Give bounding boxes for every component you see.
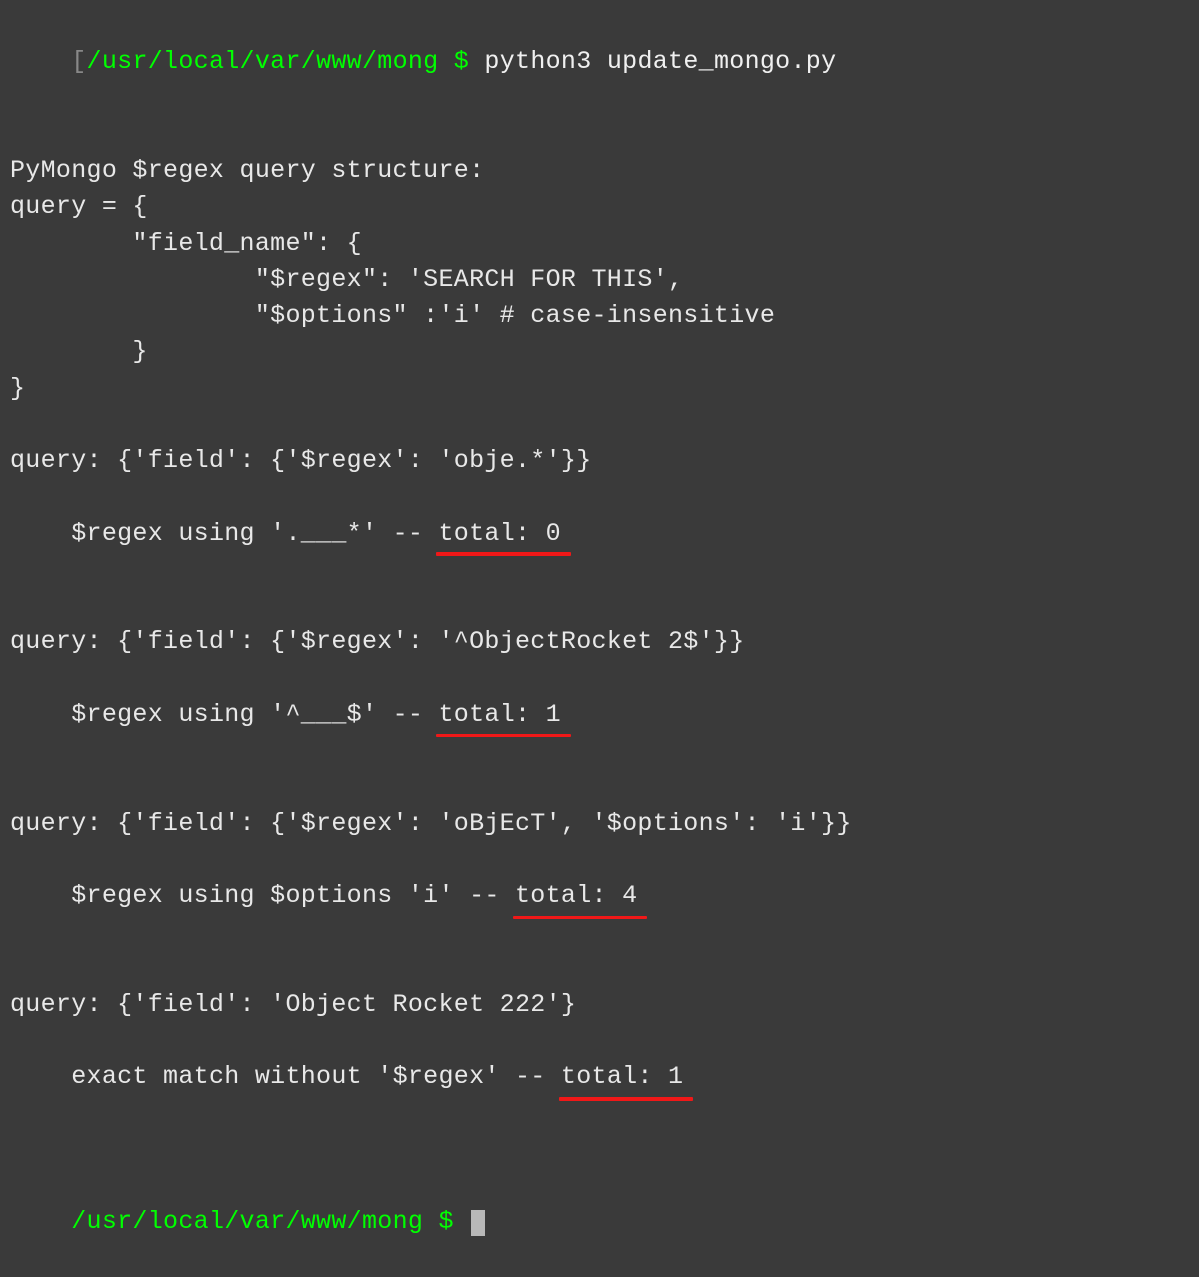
- total-result-2: total: 1: [438, 697, 560, 733]
- query-3-line-2: $regex using $options 'i' -- total: 4: [10, 842, 1189, 951]
- struct-header: PyMongo $regex query structure:: [10, 153, 1189, 189]
- red-underline: [513, 916, 647, 920]
- red-underline: [559, 1097, 693, 1101]
- prompt-path: /usr/local/var/www/mong: [71, 1207, 423, 1236]
- blank-line: [10, 1132, 1189, 1168]
- struct-line: }: [10, 334, 1189, 370]
- query-3-prefix: $regex using $options 'i' --: [71, 881, 515, 910]
- query-4-line-2: exact match without '$regex' -- total: 1: [10, 1023, 1189, 1132]
- query-4-line-1: query: {'field': 'Object Rocket 222'}: [10, 987, 1189, 1023]
- prompt-line-1: [/usr/local/var/www/mong $ python3 updat…: [10, 8, 1189, 117]
- blank-line: [10, 407, 1189, 443]
- struct-line: "field_name": {: [10, 226, 1189, 262]
- blank-line: [10, 951, 1189, 987]
- blank-line: [10, 588, 1189, 624]
- query-2-line-2: $regex using '^___$' -- total: 1: [10, 661, 1189, 770]
- blank-line: [10, 769, 1189, 805]
- query-1-prefix: $regex using '.___*' --: [71, 519, 438, 548]
- prompt-dollar: $: [439, 47, 485, 76]
- struct-line: "$regex": 'SEARCH FOR THIS',: [10, 262, 1189, 298]
- total-result-1: total: 0: [438, 516, 560, 552]
- command-text: python3 update_mongo.py: [484, 47, 836, 76]
- query-1-line-2: $regex using '.___*' -- total: 0: [10, 479, 1189, 588]
- total-result-3: total: 4: [515, 878, 637, 914]
- struct-line: "$options" :'i' # case-insensitive: [10, 298, 1189, 334]
- query-4-prefix: exact match without '$regex' --: [71, 1062, 561, 1091]
- red-underline: [436, 734, 570, 738]
- query-2-line-1: query: {'field': {'$regex': '^ObjectRock…: [10, 624, 1189, 660]
- prompt-path: /usr/local/var/www/mong: [87, 47, 439, 76]
- struct-line: query = {: [10, 189, 1189, 225]
- query-1-line-1: query: {'field': {'$regex': 'obje.*'}}: [10, 443, 1189, 479]
- cursor-block: [471, 1210, 485, 1236]
- prompt-line-2[interactable]: /usr/local/var/www/mong $: [10, 1168, 1189, 1277]
- prompt-bracket: [: [71, 47, 86, 76]
- struct-line: }: [10, 371, 1189, 407]
- red-underline: [436, 552, 570, 556]
- total-result-4: total: 1: [561, 1059, 683, 1095]
- query-2-prefix: $regex using '^___$' --: [71, 700, 438, 729]
- terminal-output[interactable]: [/usr/local/var/www/mong $ python3 updat…: [10, 8, 1189, 1277]
- prompt-dollar: $: [423, 1207, 469, 1236]
- blank-line: [10, 117, 1189, 153]
- query-3-line-1: query: {'field': {'$regex': 'oBjEcT', '$…: [10, 806, 1189, 842]
